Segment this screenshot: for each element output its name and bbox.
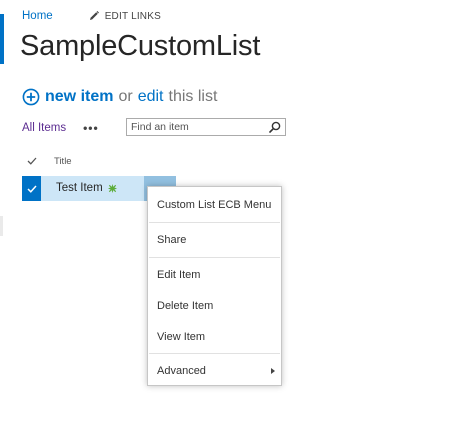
search-input[interactable] [131, 120, 261, 134]
menu-item-delete-item[interactable]: Delete Item [148, 295, 281, 317]
this-list-text: this list [168, 88, 218, 105]
quick-launch-edge [0, 216, 3, 236]
row-select-checkbox[interactable] [22, 176, 41, 201]
menu-item-custom-ecb[interactable]: Custom List ECB Menu [148, 194, 281, 216]
edit-links-button[interactable]: EDIT LINKS [89, 11, 161, 22]
view-selector-row: All Items ••• [22, 118, 99, 138]
edit-list-link[interactable]: edit [138, 88, 164, 106]
search-icon[interactable] [269, 121, 281, 133]
or-text: or [118, 88, 133, 105]
checkmark-icon [27, 157, 37, 165]
menu-item-view-item[interactable]: View Item [148, 326, 281, 348]
row-title-link[interactable]: Test Item [56, 182, 103, 194]
select-all-checkbox[interactable] [22, 157, 42, 165]
menu-item-advanced[interactable]: Advanced [148, 360, 281, 382]
nav-home-link[interactable]: Home [22, 10, 53, 22]
all-items-view-link[interactable]: All Items [22, 122, 66, 134]
menu-item-share[interactable]: Share [148, 229, 281, 251]
new-item-row: new item or edit this list [22, 88, 217, 106]
pencil-icon [89, 11, 99, 20]
menu-item-edit-item[interactable]: Edit Item [148, 264, 281, 286]
column-header-title[interactable]: Title [54, 156, 72, 167]
top-navigation: Home EDIT LINKS [22, 10, 161, 22]
list-header: Title [22, 153, 72, 169]
menu-separator [149, 257, 280, 258]
suite-accent-bar [0, 14, 4, 64]
new-item-badge-icon [108, 184, 117, 193]
page-title: SampleCustomList [20, 30, 261, 62]
page: Home EDIT LINKS SampleCustomList new ite… [0, 0, 474, 422]
checkmark-icon [26, 184, 37, 193]
chevron-right-icon [271, 368, 275, 374]
plus-circle-icon[interactable] [22, 88, 40, 106]
edit-links-label: EDIT LINKS [104, 10, 161, 22]
menu-item-advanced-label: Advanced [157, 365, 206, 377]
new-item-link[interactable]: new item [45, 88, 113, 106]
menu-separator [149, 353, 280, 354]
search-box [126, 118, 286, 136]
context-menu: Custom List ECB Menu Share Edit Item Del… [147, 186, 282, 386]
menu-separator [149, 222, 280, 223]
more-views-button[interactable]: ••• [83, 122, 99, 134]
